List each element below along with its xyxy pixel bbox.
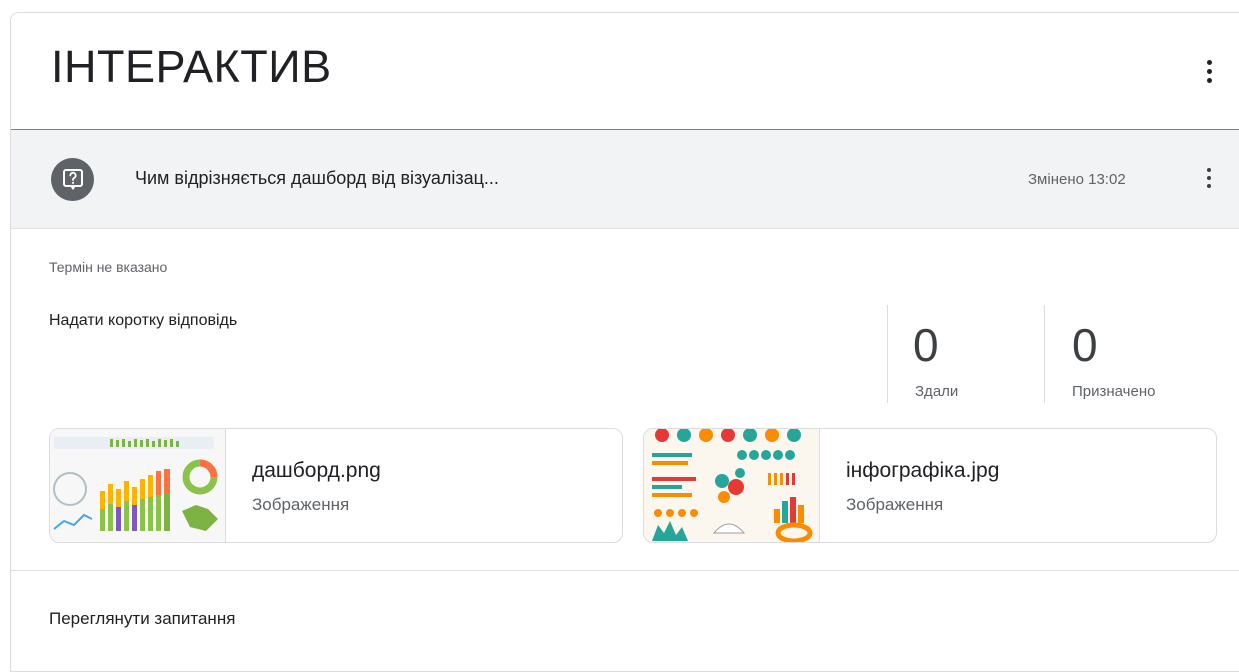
topic-more-icon[interactable] (1197, 53, 1221, 89)
question-title[interactable]: Чим відрізняється дашборд від візуалізац… (135, 168, 499, 189)
topic-header: ІНТЕРАКТИВ (11, 13, 1239, 130)
stat-divider (1044, 305, 1045, 403)
attachment-thumbnail (50, 429, 226, 542)
attachment-name[interactable]: інфографіка.jpg (846, 459, 999, 483)
assigned-count[interactable]: 0 (1072, 318, 1098, 372)
turned-in-count[interactable]: 0 (913, 318, 939, 372)
view-question-link[interactable]: Переглянути запитання (49, 609, 235, 629)
attachment-type: Зображення (846, 495, 944, 514)
stat-divider (887, 305, 888, 403)
question-bubble-icon (51, 158, 94, 201)
question-more-icon[interactable] (1197, 160, 1221, 196)
classwork-card: ІНТЕРАКТИВ Чим відрізняється дашборд від… (10, 12, 1239, 672)
footer-divider (11, 570, 1239, 571)
attachment-thumbnail (644, 429, 820, 542)
due-date: Термін не вказано (49, 259, 168, 275)
attachment-dashboard[interactable]: дашборд.png Зображення (49, 428, 623, 543)
question-row[interactable]: Чим відрізняється дашборд від візуалізац… (11, 130, 1239, 229)
assigned-label[interactable]: Призначено (1072, 383, 1155, 400)
attachment-name[interactable]: дашборд.png (252, 459, 381, 483)
modified-time: Змінено 13:02 (1028, 171, 1126, 188)
topic-title: ІНТЕРАКТИВ (51, 41, 332, 92)
attachment-type: Зображення (252, 495, 350, 514)
attachment-infographic[interactable]: інфографіка.jpg Зображення (643, 428, 1217, 543)
instructions: Надати коротку відповідь (49, 312, 238, 329)
turned-in-label[interactable]: Здали (915, 383, 958, 400)
